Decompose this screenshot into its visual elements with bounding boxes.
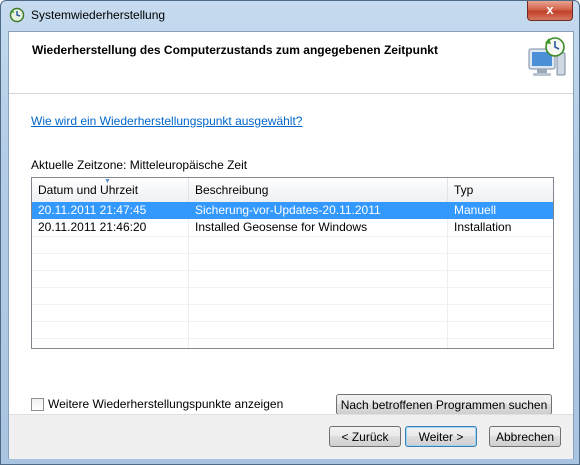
grid-line [32,236,553,237]
next-button[interactable]: Weiter > [405,426,477,447]
table-row[interactable]: 20.11.2011 21:46:20 Installed Geosense f… [32,219,553,236]
table-row[interactable]: 20.11.2011 21:47:45 Sicherung-vor-Update… [32,202,553,219]
cell-date: 20.11.2011 21:46:20 [38,220,147,234]
grid-line [32,304,553,305]
timezone-label: Aktuelle Zeitzone: Mitteleuropäische Zei… [31,158,248,172]
cell-description: Installed Geosense for Windows [195,220,368,234]
scan-affected-programs-button[interactable]: Nach betroffenen Programmen suchen [336,394,552,415]
column-header-description[interactable]: Beschreibung [189,178,448,202]
close-button[interactable]: x [527,1,573,21]
title-bar[interactable]: Systemwiederherstellung x [1,1,579,31]
checkbox-box[interactable] [31,398,44,411]
back-button[interactable]: < Zurück [329,426,401,447]
wizard-header: Wiederherstellung des Computerzustands z… [9,32,573,94]
cell-type: Manuell [454,203,497,217]
list-header: Datum und Uhrzeit Beschreibung Typ ▼ [32,178,553,203]
page-title: Wiederherstellung des Computerzustands z… [32,43,438,57]
grid-line [32,270,553,271]
restore-points-list[interactable]: Datum und Uhrzeit Beschreibung Typ ▼ 20.… [31,177,554,349]
cell-description: Sicherung-vor-Updates-20.11.2011 [195,203,381,217]
wizard-body: Wie wird ein Wiederherstellungspunkt aus… [9,94,573,415]
system-restore-icon [9,7,25,23]
window-title: Systemwiederherstellung [31,8,166,22]
grid-line [32,321,553,322]
wizard-footer: < Zurück Weiter > Abbrechen [9,414,573,459]
cell-type: Installation [454,220,512,234]
grid-line [32,338,553,339]
system-restore-window: Systemwiederherstellung x Wiederherstell… [0,0,580,465]
wizard-client-area: Wiederherstellung des Computerzustands z… [8,31,574,459]
cell-date: 20.11.2011 21:47:45 [38,203,147,217]
system-restore-computer-icon [528,37,566,76]
sort-indicator-icon: ▼ [104,178,111,185]
grid-line [32,287,553,288]
checkbox-label[interactable]: Weitere Wiederherstellungspunkte anzeige… [48,397,283,411]
column-header-type[interactable]: Typ [448,178,553,202]
cancel-button[interactable]: Abbrechen [489,426,561,447]
help-link[interactable]: Wie wird ein Wiederherstellungspunkt aus… [31,114,302,128]
grid-line [32,253,553,254]
